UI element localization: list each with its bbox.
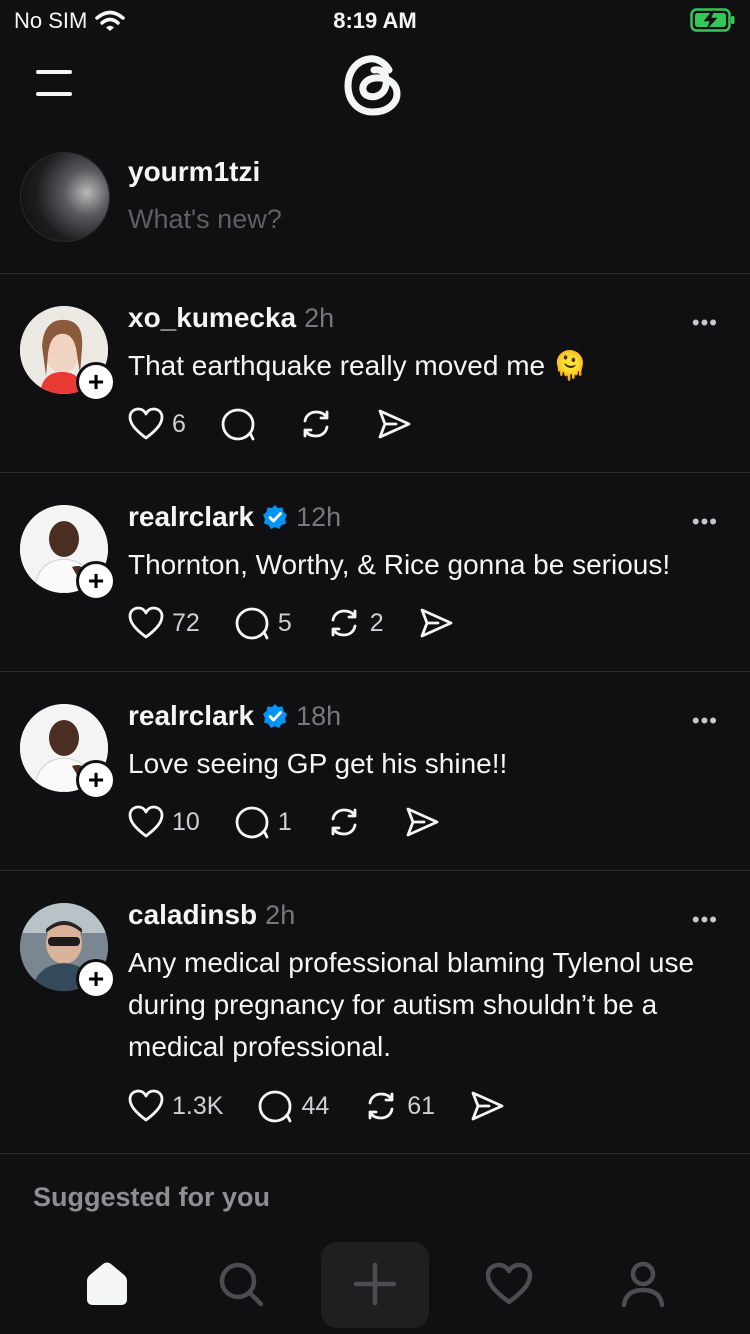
reply-button[interactable]: 5: [234, 606, 292, 640]
post-text: That earthquake really moved me 🫠: [128, 350, 588, 381]
status-time: 8:19 AM: [333, 8, 417, 33]
more-options-icon[interactable]: •••: [692, 708, 718, 734]
like-count: 10: [172, 807, 200, 836]
share-button[interactable]: [376, 407, 412, 441]
like-count: 72: [172, 608, 200, 637]
follow-button[interactable]: +: [76, 760, 116, 800]
post-time: 18h: [296, 700, 342, 731]
repost-icon: [368, 1092, 394, 1120]
tab-search[interactable]: [215, 1258, 267, 1310]
tab-profile[interactable]: [617, 1258, 669, 1310]
heart-icon: [128, 407, 164, 440]
follow-button[interactable]: +: [76, 959, 116, 999]
verified-badge-icon: [263, 704, 288, 728]
send-icon: [420, 608, 453, 638]
reply-count: 1: [277, 807, 292, 836]
heart-icon: [128, 805, 164, 838]
send-icon: [471, 1091, 504, 1121]
composer-username: yourm1tzi: [128, 156, 261, 187]
send-icon: [378, 409, 411, 439]
comment-icon: [221, 408, 255, 441]
tab-home[interactable]: [81, 1258, 133, 1310]
reply-button[interactable]: 1: [234, 805, 292, 839]
post-text: Any medical professional blaming Tylenol…: [128, 947, 695, 1062]
composer-input[interactable]: What's new?: [128, 204, 282, 235]
reply-button[interactable]: [220, 407, 264, 441]
share-button[interactable]: [404, 805, 440, 839]
comment-icon: [235, 607, 269, 640]
repost-count: 2: [369, 608, 384, 637]
like-button[interactable]: 1.3K: [128, 1089, 223, 1123]
menu-icon[interactable]: [36, 70, 76, 100]
heart-icon: [128, 606, 164, 639]
like-button[interactable]: 72: [128, 606, 200, 640]
comment-icon: [259, 1090, 292, 1123]
heart-icon: [485, 1262, 533, 1305]
post-actions: 6: [128, 407, 446, 441]
post-header: realrclark 18h: [128, 700, 341, 732]
repost-icon: [331, 808, 357, 836]
post-header: realrclark 12h: [128, 501, 341, 533]
more-options-icon[interactable]: •••: [692, 509, 718, 535]
plus-icon: [353, 1262, 397, 1306]
post-time: 2h: [265, 899, 296, 930]
like-button[interactable]: 10: [128, 805, 200, 839]
comment-icon: [235, 806, 269, 839]
search-icon: [219, 1262, 264, 1307]
post-header: xo_kumecka 2h: [128, 302, 334, 334]
share-button[interactable]: [469, 1089, 505, 1123]
post-actions: 72 5 2: [128, 606, 488, 640]
post-header: caladinsb 2h: [128, 899, 295, 931]
post-text: Love seeing GP get his shine!!: [128, 748, 508, 779]
home-icon: [87, 1262, 127, 1305]
post-card[interactable]: + realrclark 12h ••• Thornton, Worthy, &…: [0, 473, 750, 671]
post-card[interactable]: + xo_kumecka 2h ••• That earthquake real…: [0, 274, 750, 472]
post-username[interactable]: realrclark: [128, 700, 254, 732]
follow-button[interactable]: +: [76, 561, 116, 601]
send-icon: [406, 807, 439, 837]
reply-count: 5: [277, 608, 292, 637]
heart-icon: [128, 1089, 164, 1122]
post-username[interactable]: xo_kumecka: [128, 302, 296, 334]
post-username[interactable]: realrclark: [128, 501, 254, 533]
more-options-icon[interactable]: •••: [692, 310, 718, 336]
post-card[interactable]: + realrclark 18h ••• Love seeing GP get …: [0, 672, 750, 870]
follow-button[interactable]: +: [76, 362, 116, 402]
post-time: 12h: [296, 501, 342, 532]
threads-logo-icon[interactable]: [340, 50, 410, 120]
divider: [0, 1153, 750, 1154]
post-time: 2h: [304, 302, 335, 333]
profile-icon: [621, 1261, 665, 1308]
repost-button[interactable]: [326, 805, 370, 839]
repost-button[interactable]: 2: [326, 606, 384, 640]
repost-button[interactable]: [298, 407, 342, 441]
repost-button[interactable]: 61: [363, 1089, 435, 1123]
reply-count: 44: [301, 1091, 330, 1120]
post-username[interactable]: caladinsb: [128, 899, 257, 931]
repost-icon: [303, 410, 329, 438]
post-actions: 1.3K 44 61: [128, 1089, 539, 1123]
verified-badge-icon: [263, 505, 288, 529]
post-text: Thornton, Worthy, & Rice gonna be seriou…: [128, 549, 671, 580]
suggested-heading: Suggested for you: [33, 1182, 271, 1212]
post-actions: 10 1: [128, 805, 474, 839]
more-options-icon[interactable]: •••: [692, 907, 718, 933]
reply-button[interactable]: 44: [257, 1089, 329, 1123]
like-count: 1.3K: [172, 1091, 224, 1120]
repost-icon: [331, 609, 357, 637]
like-button[interactable]: 6: [128, 407, 186, 441]
battery-charging-icon: [690, 8, 736, 37]
like-count: 6: [172, 409, 186, 438]
tab-activity[interactable]: [483, 1258, 535, 1310]
share-button[interactable]: [418, 606, 454, 640]
composer-avatar[interactable]: [20, 152, 110, 242]
tab-create[interactable]: [349, 1258, 401, 1310]
post-card[interactable]: + caladinsb 2h ••• Any medical professio…: [0, 871, 750, 1153]
repost-count: 61: [407, 1091, 436, 1120]
